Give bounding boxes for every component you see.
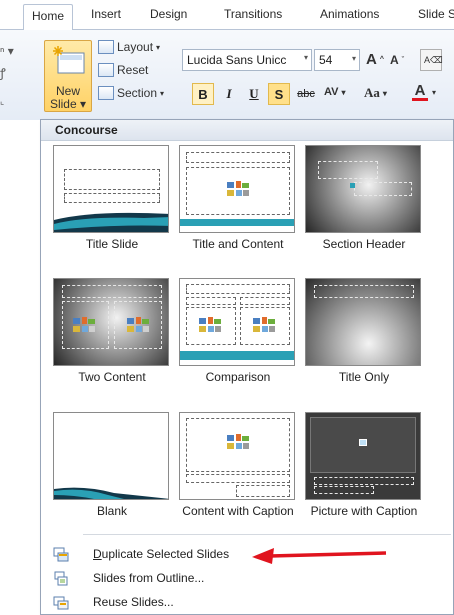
annotation-arrow-icon — [252, 548, 387, 564]
swoosh-graphic — [54, 212, 168, 232]
layout-caption: Picture with Caption — [310, 504, 418, 518]
section-button[interactable]: Section ▾ — [98, 86, 164, 100]
font-color-button[interactable]: A — [412, 83, 428, 101]
new-slide-icon — [53, 46, 85, 74]
italic-button[interactable]: I — [218, 83, 240, 105]
gallery-theme-heading: Concourse — [41, 120, 453, 141]
content-icons — [227, 181, 249, 196]
layout-caption: Two Content — [78, 370, 146, 384]
content-icons — [73, 317, 95, 332]
outline-slides-icon — [54, 571, 68, 586]
tab-design[interactable]: Design — [150, 7, 187, 21]
underline-button[interactable]: U — [243, 83, 265, 105]
section-icon — [98, 86, 114, 100]
access-key: D — [93, 547, 102, 561]
reuse-slides-label: Reuse Slides... — [93, 595, 174, 609]
layout-thumbnail — [179, 412, 295, 500]
ribbon-tab-bar: Home Insert Design Transitions Animation… — [0, 0, 454, 31]
bold-button[interactable]: B — [192, 83, 214, 105]
content-icons — [199, 317, 221, 332]
shrink-font-glyph: A — [390, 53, 399, 67]
reuse-slides-icon — [53, 596, 69, 610]
duplicate-selected-slides-label: uplicate Selected Slides — [101, 547, 230, 561]
dialog-launcher-icon[interactable]: ⌞ — [0, 96, 4, 107]
layout-caption: Blank — [96, 504, 128, 518]
tab-slide-show[interactable]: Slide S — [418, 7, 454, 21]
reset-button[interactable]: Reset — [98, 63, 148, 77]
cut-edge-icon: ꝭ — [0, 66, 6, 80]
layout-thumbnail — [305, 412, 421, 500]
layout-caption: Content with Caption — [182, 504, 294, 518]
content-icons — [127, 317, 149, 332]
layout-thumbnail — [53, 278, 169, 366]
layout-caption: Title Only — [338, 370, 390, 384]
new-slide-text: New Slide — [49, 84, 80, 111]
layout-button[interactable]: Layout ▾ — [98, 40, 160, 54]
new-slide-button[interactable]: New Slide ▾ — [44, 40, 92, 112]
text-shadow-button[interactable]: S — [268, 83, 290, 105]
section-label: Section — [117, 86, 158, 100]
font-color-glyph: A — [414, 82, 426, 99]
change-case-button[interactable]: Aa ▾ — [364, 85, 387, 101]
slides-from-outline-label: Slides from Outline... — [93, 571, 205, 585]
new-slide-label: New Slide ▾ — [49, 84, 87, 111]
duplicate-slides-icon — [53, 547, 69, 562]
font-size-combobox[interactable]: 54 ▾ — [314, 49, 360, 71]
layout-icon — [98, 40, 114, 54]
layout-thumbnail — [305, 278, 421, 366]
font-color-swatch — [412, 98, 428, 101]
font-name-combobox[interactable]: Lucida Sans Unicc ▾ — [182, 49, 312, 71]
reset-icon — [98, 63, 114, 77]
swoosh-graphic — [54, 487, 168, 499]
character-spacing-glyph: AV — [324, 86, 339, 98]
clear-formatting-icon: A⌫ — [424, 54, 443, 65]
tab-animations[interactable]: Animations — [320, 7, 379, 21]
content-icons — [227, 434, 249, 449]
strikethrough-button[interactable]: abc — [293, 83, 319, 105]
layout-thumbnail — [179, 145, 295, 233]
layout-thumbnail — [53, 412, 169, 500]
paste-edge-icon: ⁿ ▾ — [0, 44, 14, 58]
font-name-dropdown-icon[interactable]: ▾ — [304, 53, 308, 62]
change-case-glyph: Aa — [364, 85, 380, 100]
font-size-value: 54 — [319, 53, 333, 67]
layout-thumbnail — [53, 145, 169, 233]
tab-insert[interactable]: Insert — [91, 7, 121, 21]
layout-label: Layout — [117, 40, 154, 54]
menu-item-label: Duplicate Selected Slides — [93, 547, 229, 561]
tab-transitions[interactable]: Transitions — [224, 7, 282, 21]
font-name-value: Lucida Sans Unicc — [187, 53, 287, 67]
layout-thumbnail — [179, 278, 295, 366]
reuse-slides-item[interactable]: Reuse Slides... — [41, 592, 453, 614]
slides-from-outline-item[interactable]: Slides from Outline... — [41, 568, 453, 590]
font-color-dropdown-icon[interactable]: ▾ — [432, 88, 436, 97]
layout-caption: Title Slide — [85, 237, 139, 251]
ribbon-home: ⁿ ▾ ꝭ ⌞ New Slide ▾ Layout ▾ Reset Sectio… — [0, 30, 454, 120]
duplicate-selected-slides-item[interactable]: Duplicate Selected Slides — [41, 544, 453, 566]
layout-thumbnail — [305, 145, 421, 233]
font-size-dropdown-icon[interactable]: ▾ — [352, 54, 356, 63]
clear-formatting-button[interactable]: A⌫ — [420, 49, 443, 71]
shrink-font-button[interactable]: Aˇ — [390, 53, 404, 67]
grow-font-glyph: A — [366, 51, 377, 68]
tab-home[interactable]: Home — [23, 4, 74, 31]
new-slide-gallery: Concourse Title Slide Title and Content — [40, 119, 454, 615]
grow-font-button[interactable]: A ^ — [366, 51, 384, 68]
layout-caption: Comparison — [205, 370, 271, 384]
layout-caption: Title and Content — [192, 237, 284, 251]
layout-caption: Section Header — [322, 237, 406, 251]
content-icons — [253, 317, 275, 332]
gallery-separator — [83, 534, 451, 535]
character-spacing-button[interactable]: AV ▾ — [324, 86, 345, 98]
reset-label: Reset — [117, 63, 149, 77]
